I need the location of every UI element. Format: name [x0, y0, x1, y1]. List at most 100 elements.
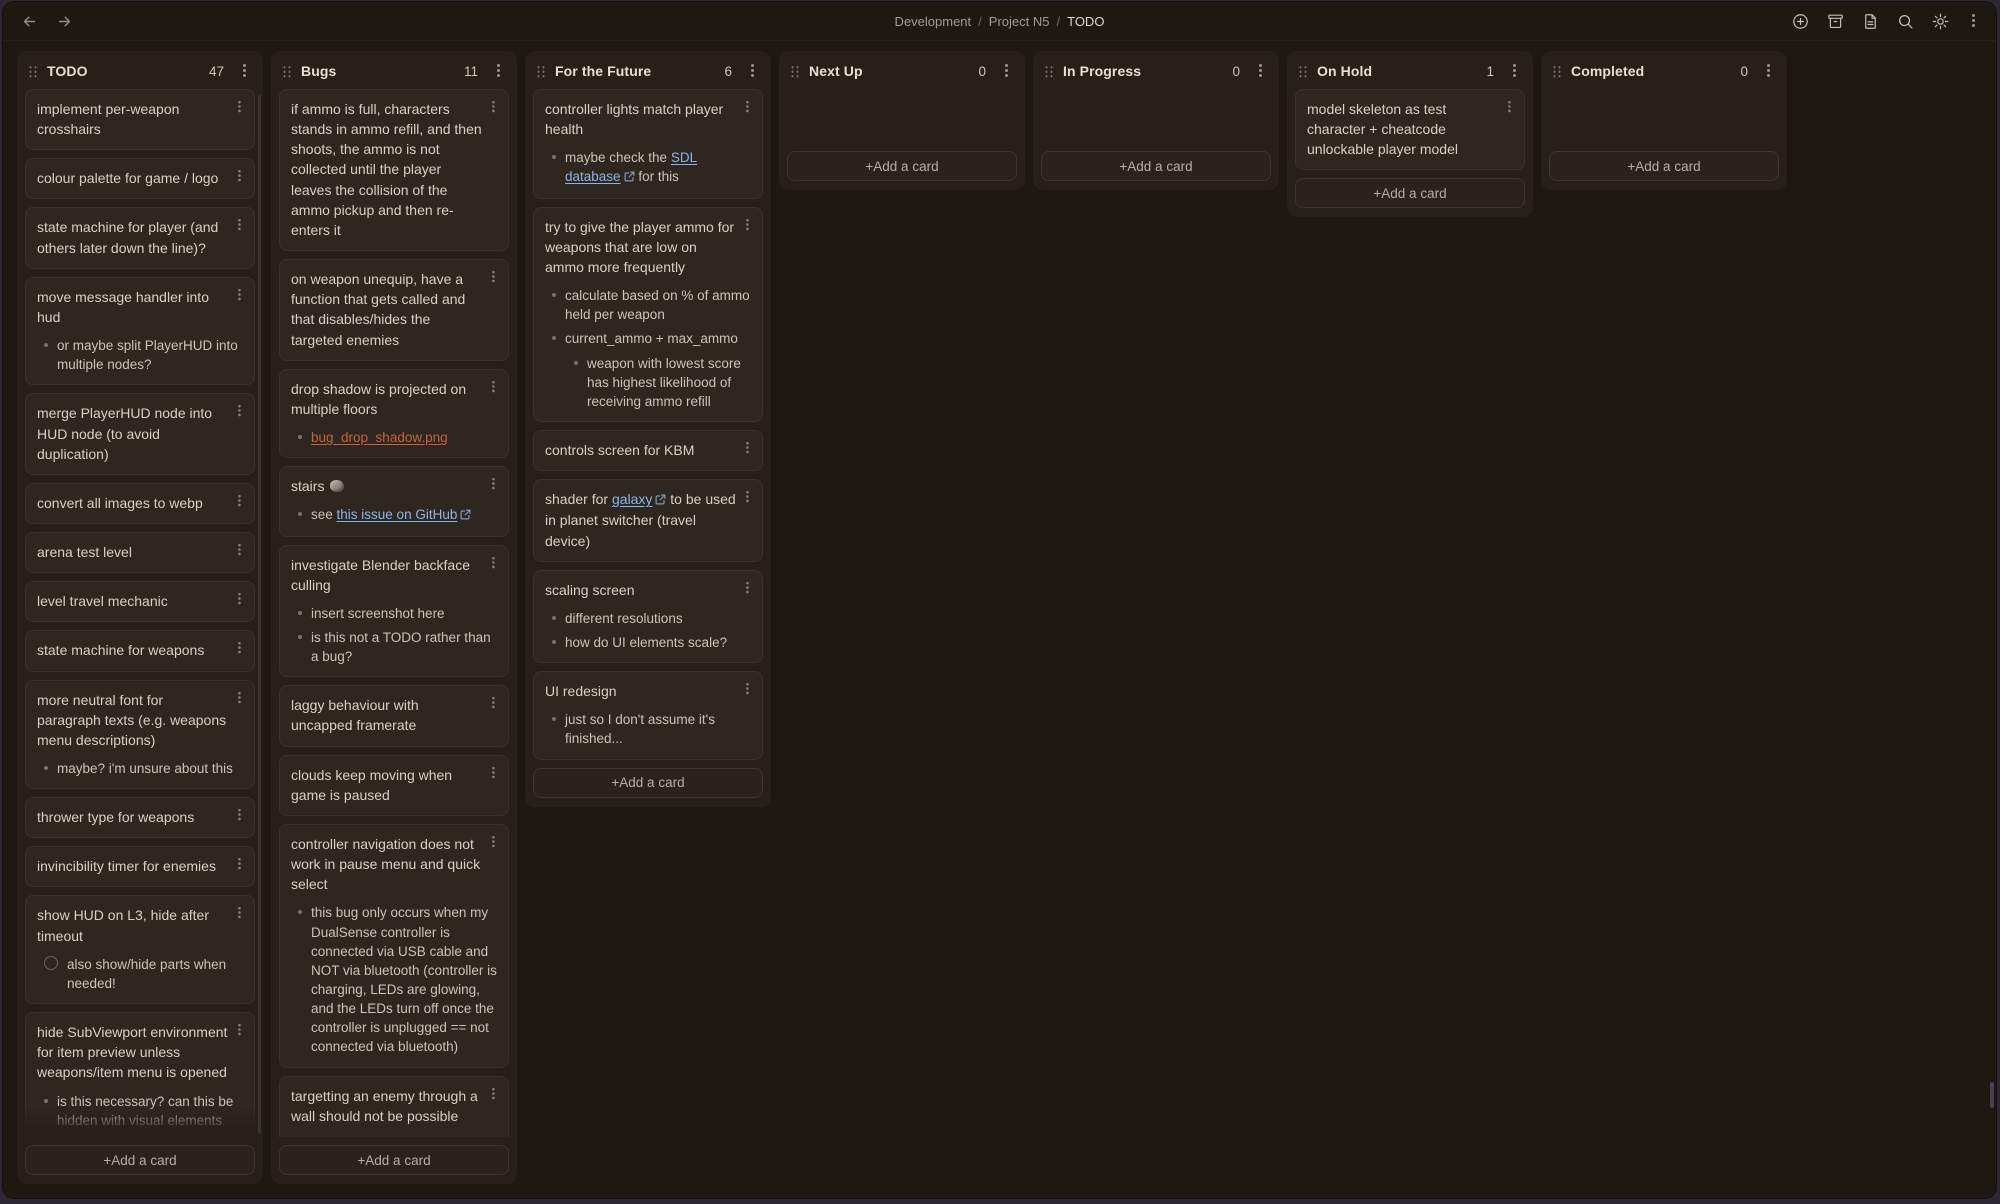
card[interactable]: arena test level — [25, 532, 255, 573]
breadcrumb-item-project[interactable]: Project N5 — [989, 14, 1050, 29]
drag-handle-icon[interactable] — [28, 65, 38, 78]
add-card-button[interactable]: +Add a card — [787, 151, 1017, 181]
card-menu-icon[interactable] — [739, 217, 755, 233]
card[interactable]: show HUD on L3, hide after timeoutalso s… — [25, 895, 255, 1004]
card[interactable]: if ammo is full, characters stands in am… — [279, 89, 509, 251]
card-menu-icon[interactable] — [485, 99, 501, 115]
card[interactable]: try to give the player ammo for weapons … — [533, 207, 763, 422]
card-menu-icon[interactable] — [231, 493, 247, 509]
more-options-icon[interactable] — [1964, 12, 1982, 30]
card-menu-icon[interactable] — [231, 99, 247, 115]
card-menu-icon[interactable] — [231, 690, 247, 706]
column-scrollbar-thumb[interactable] — [258, 95, 261, 1134]
column-menu-icon[interactable] — [997, 62, 1015, 80]
card[interactable]: move message handler into hudor maybe sp… — [25, 277, 255, 386]
card[interactable]: model skeleton as test character + cheat… — [1295, 89, 1525, 170]
card-menu-icon[interactable] — [231, 856, 247, 872]
drag-handle-icon[interactable] — [1044, 65, 1054, 78]
drag-handle-icon[interactable] — [1552, 65, 1562, 78]
card[interactable]: stairs see this issue on GitHub — [279, 466, 509, 536]
card-menu-icon[interactable] — [485, 1086, 501, 1102]
card[interactable]: hide SubViewport environment for item pr… — [25, 1012, 255, 1137]
card-menu-icon[interactable] — [231, 218, 247, 234]
card-menu-icon[interactable] — [1501, 99, 1517, 115]
search-icon[interactable] — [1894, 10, 1917, 33]
card-menu-icon[interactable] — [231, 906, 247, 922]
column-menu-icon[interactable] — [235, 62, 253, 80]
document-icon[interactable] — [1859, 10, 1882, 33]
card[interactable]: convert all images to webp — [25, 483, 255, 524]
add-card-button[interactable]: +Add a card — [25, 1145, 255, 1175]
back-icon[interactable] — [19, 11, 40, 32]
card[interactable]: clouds keep moving when game is paused — [279, 755, 509, 816]
card-menu-icon[interactable] — [231, 807, 247, 823]
card-link[interactable]: galaxy — [612, 491, 652, 507]
column-menu-icon[interactable] — [743, 62, 761, 80]
kebab-dots-icon — [238, 691, 241, 694]
drag-handle-icon[interactable] — [282, 65, 292, 78]
card-link[interactable]: this issue on GitHub — [337, 507, 458, 522]
breadcrumb-item-workspace[interactable]: Development — [895, 14, 972, 29]
card-menu-icon[interactable] — [231, 640, 247, 656]
card[interactable]: scaling screendifferent resolutionshow d… — [533, 570, 763, 663]
card-menu-icon[interactable] — [231, 403, 247, 419]
card-menu-icon[interactable] — [485, 834, 501, 850]
card[interactable]: investigate Blender backface cullinginse… — [279, 545, 509, 678]
card[interactable]: implement per-weapon crosshairs — [25, 89, 255, 150]
drag-handle-icon[interactable] — [1298, 65, 1308, 78]
card-text: how do UI elements scale? — [565, 635, 727, 650]
add-card-button[interactable]: +Add a card — [1041, 151, 1271, 181]
card[interactable]: on weapon unequip, have a function that … — [279, 259, 509, 361]
card-menu-icon[interactable] — [485, 555, 501, 571]
card[interactable]: invincibility timer for enemies — [25, 846, 255, 887]
column-menu-icon[interactable] — [1759, 62, 1777, 80]
card-text: controls screen for KBM — [545, 442, 694, 458]
add-circle-icon[interactable] — [1789, 10, 1812, 33]
card[interactable]: level travel mechanic — [25, 581, 255, 622]
card-menu-icon[interactable] — [485, 476, 501, 492]
card-menu-icon[interactable] — [739, 580, 755, 596]
card[interactable]: state machine for weapons — [25, 630, 255, 671]
card[interactable]: UI redesignjust so I don't assume it's f… — [533, 671, 763, 759]
card-menu-icon[interactable] — [485, 269, 501, 285]
drag-handle-icon[interactable] — [790, 65, 800, 78]
card-menu-icon[interactable] — [739, 99, 755, 115]
add-card-button[interactable]: +Add a card — [533, 768, 763, 798]
checkbox-circle[interactable] — [44, 956, 58, 970]
card-menu-icon[interactable] — [231, 542, 247, 558]
card[interactable]: drop shadow is projected on multiple flo… — [279, 369, 509, 458]
card-menu-icon[interactable] — [739, 440, 755, 456]
card[interactable]: targetting an enemy through a wall shoul… — [279, 1076, 509, 1137]
card-menu-icon[interactable] — [485, 695, 501, 711]
card-menu-icon[interactable] — [739, 489, 755, 505]
add-card-button[interactable]: +Add a card — [1295, 178, 1525, 208]
card-menu-icon[interactable] — [231, 168, 247, 184]
card-menu-icon[interactable] — [739, 681, 755, 697]
column-menu-icon[interactable] — [1251, 62, 1269, 80]
card[interactable]: colour palette for game / logo — [25, 158, 255, 199]
column-menu-icon[interactable] — [1505, 62, 1523, 80]
card-menu-icon[interactable] — [231, 287, 247, 303]
card-menu-icon[interactable] — [485, 379, 501, 395]
card-link[interactable]: bug_drop_shadow.png — [311, 430, 448, 445]
card-menu-icon[interactable] — [231, 1022, 247, 1038]
column-menu-icon[interactable] — [489, 62, 507, 80]
card-menu-icon[interactable] — [231, 591, 247, 607]
card[interactable]: thrower type for weapons — [25, 797, 255, 838]
card[interactable]: shader for galaxy to be used in planet s… — [533, 479, 763, 561]
card[interactable]: laggy behaviour with uncapped framerate — [279, 685, 509, 746]
card[interactable]: state machine for player (and others lat… — [25, 207, 255, 268]
card[interactable]: controller lights match player healthmay… — [533, 89, 763, 199]
settings-gear-icon[interactable] — [1929, 10, 1952, 33]
card[interactable]: merge PlayerHUD node into HUD node (to a… — [25, 393, 255, 474]
add-card-button[interactable]: +Add a card — [279, 1145, 509, 1175]
forward-icon[interactable] — [54, 11, 75, 32]
archive-box-icon[interactable] — [1824, 10, 1847, 33]
drag-handle-icon[interactable] — [536, 65, 546, 78]
card[interactable]: more neutral font for paragraph texts (e… — [25, 680, 255, 790]
card-menu-icon[interactable] — [485, 765, 501, 781]
window-scrollbar-thumb[interactable] — [1990, 1082, 1994, 1108]
add-card-button[interactable]: +Add a card — [1549, 151, 1779, 181]
card[interactable]: controls screen for KBM — [533, 430, 763, 471]
card[interactable]: controller navigation does not work in p… — [279, 824, 509, 1068]
